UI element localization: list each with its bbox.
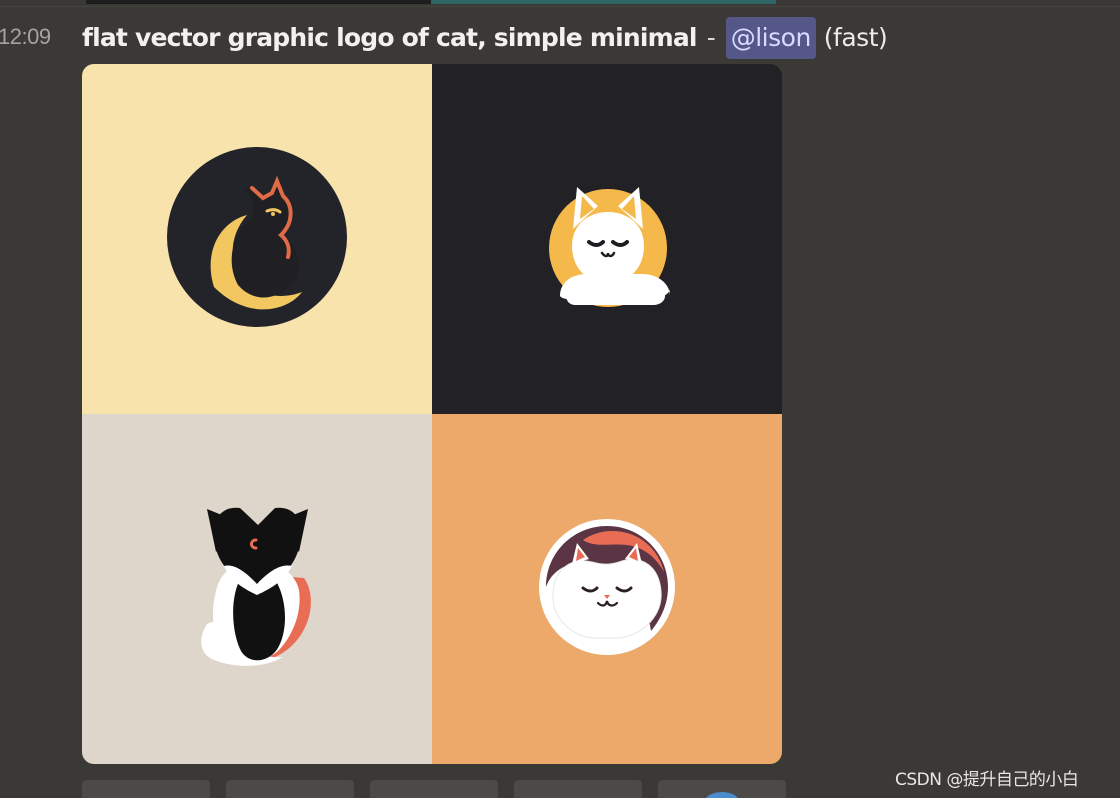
action-button-2[interactable] [226,780,354,798]
cat-silhouette-logo-image [167,147,347,327]
csdn-watermark: CSDN @提升自己的小白 [895,770,1079,790]
action-button-3[interactable] [370,780,498,798]
reroll-button[interactable] [658,780,786,798]
message-divider [0,6,1120,7]
reroll-icon [704,792,740,798]
message-header: flat vector graphic logo of cat, simple … [82,17,888,59]
message-timestamp[interactable]: 12:09 [0,24,51,50]
speed-label: (fast) [823,23,888,52]
chat-app: 12:09 flat vector graphic logo of cat, s… [0,0,1120,798]
action-button-4[interactable] [514,780,642,798]
action-button-1[interactable] [82,780,210,798]
image-tile-1[interactable] [82,64,432,414]
user-mention[interactable]: @lison [725,17,816,59]
image-tile-3[interactable] [82,414,432,764]
black-white-cat-logo-image [201,507,311,666]
fluffy-cat-circle-logo-image [539,519,675,655]
prompt-text: flat vector graphic logo of cat, simple … [82,23,698,52]
separator: - [706,23,716,52]
sleeping-white-cat-logo-image [549,187,670,307]
image-action-buttons [82,780,787,798]
image-tile-2[interactable] [432,64,782,414]
image-grid[interactable] [82,64,782,764]
previous-image-edge [86,0,776,4]
image-tile-4[interactable] [432,414,782,764]
